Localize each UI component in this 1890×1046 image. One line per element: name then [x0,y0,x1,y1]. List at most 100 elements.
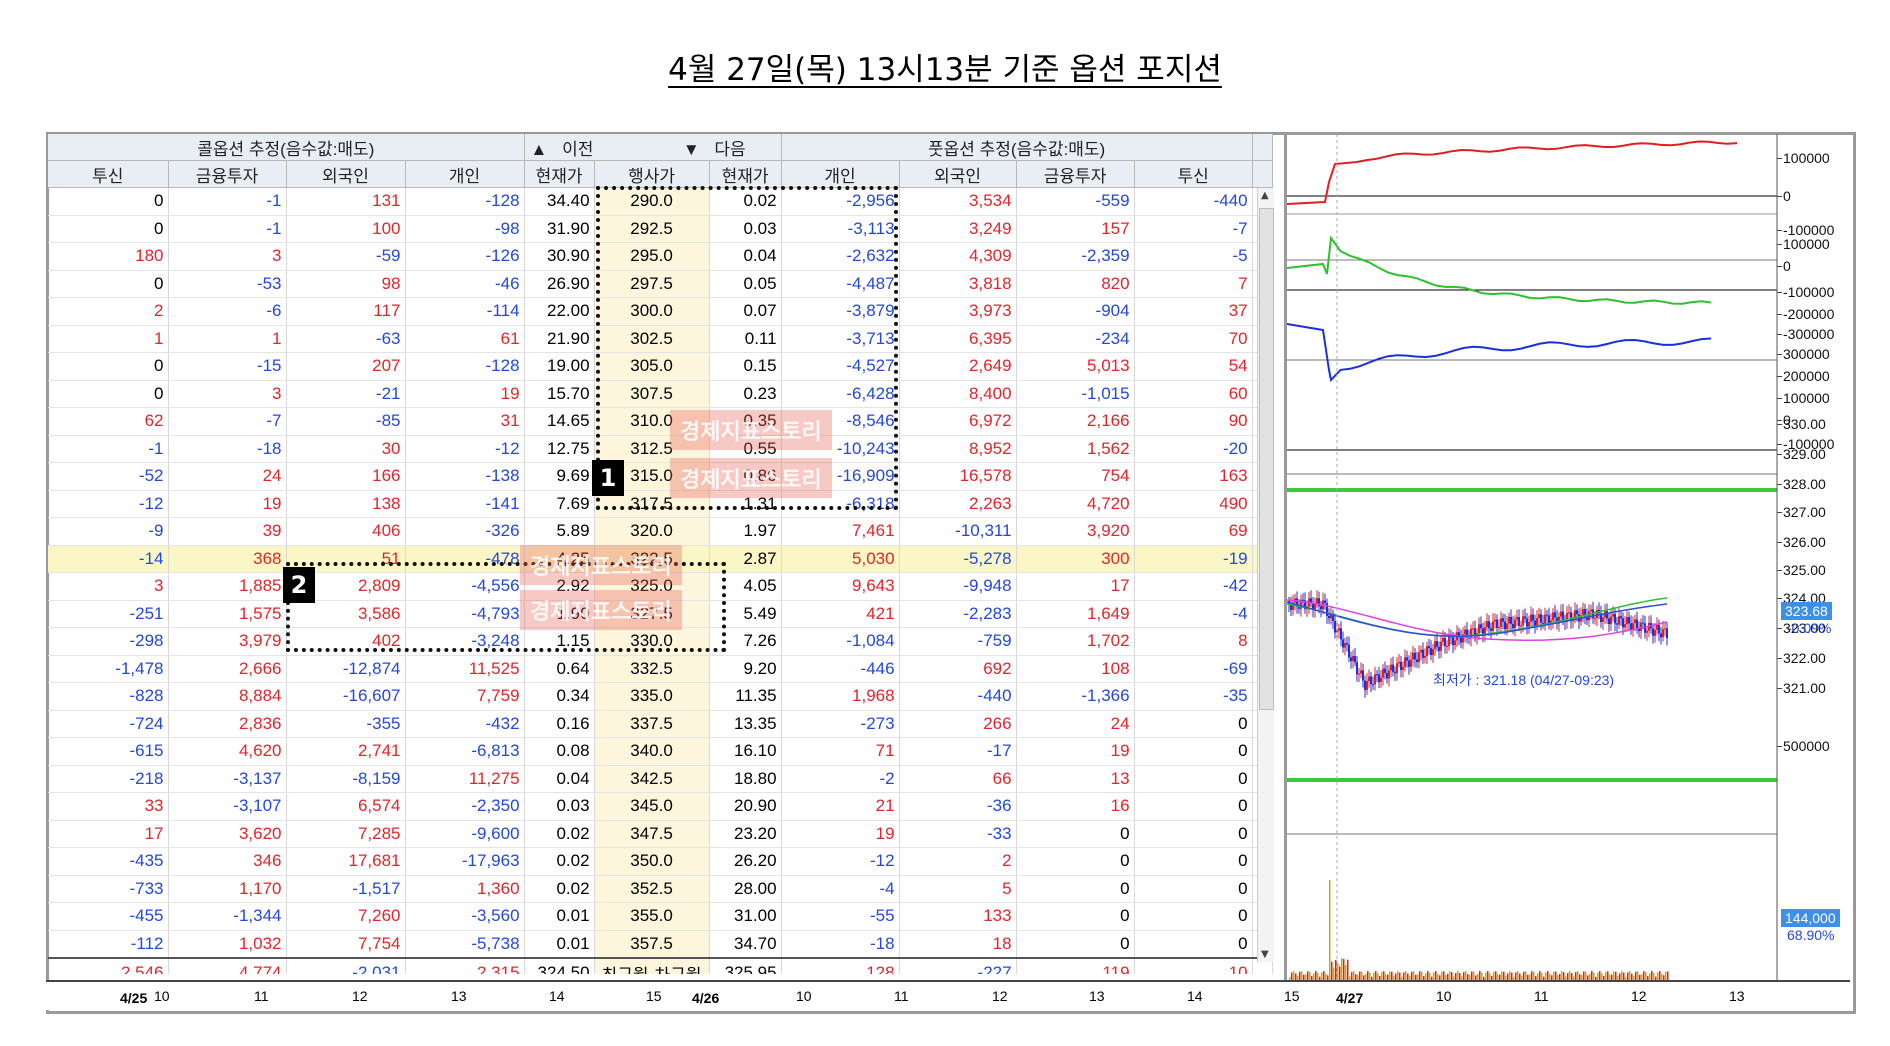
month-toggle[interactable]: 최근월 차근월 [594,958,709,974]
intraday-chart[interactable] [1287,134,1852,980]
next-month-button[interactable]: 차근월 [655,966,702,975]
next-button[interactable]: 다음 [714,140,745,159]
flow-cell: 71 [781,738,899,766]
candle-body [1396,663,1398,673]
volume-bar [1487,971,1489,980]
next-arrow-icon[interactable]: ▼ [683,140,700,159]
flow-cell: -18 [781,930,899,958]
volume-bar [1371,977,1373,980]
table-row[interactable]: -9 39 406 -326 5.89 320.0 1.97 7,461 -10,311 3,92… [48,518,1272,546]
col-header-call-individual[interactable]: 개인 [405,161,524,188]
volume-bar [1615,972,1617,980]
table-row[interactable]: 33 -3,107 6,574 -2,350 0.03 345.0 20.90 21 -36 16… [48,793,1272,821]
flow-cell: 7,754 [286,930,405,958]
table-row[interactable]: -733 1,170 -1,517 1,360 0.02 352.5 28.00 -4 5 0 0 [48,875,1272,903]
page-title: 4월 27일(목) 13시13분 기준 옵션 포지션 [0,44,1890,89]
flow-cell: 0 [1134,848,1252,876]
premium-cell: 34.40 [524,188,594,216]
y-axis-label: 327.00 [1783,504,1826,520]
flow-cell: -759 [899,628,1016,656]
flow-cell: 133 [899,903,1016,931]
table-row[interactable]: 17 3,620 7,285 -9,600 0.02 347.5 23.20 19 -33 0 0 [48,820,1272,848]
y-axis-label: 100000 [1783,236,1830,252]
candle-body [1298,607,1300,609]
strike-cell: 350.0 [594,848,709,876]
candle-body [1590,609,1592,611]
col-header-call-price[interactable]: 현재가 [524,161,594,188]
table-row[interactable]: -112 1,032 7,754 -5,738 0.01 357.5 34.70 -18 18 0… [48,930,1272,958]
flow-cell: -16,607 [286,683,405,711]
table-row[interactable]: -724 2,836 -355 -432 0.16 337.5 13.35 -273 266 24… [48,710,1272,738]
strike-cell: 345.0 [594,793,709,821]
volume-bar [1571,973,1573,980]
volume-bar [1347,960,1349,980]
candle-body [1412,653,1414,660]
volume-bar [1469,975,1471,980]
scroll-up-icon[interactable]: ▲ [1261,190,1269,201]
candle-body [1418,652,1420,662]
flow-cell: 3,979 [168,628,286,656]
flow-cell: -42 [1134,573,1252,601]
table-row[interactable]: -455 -1,344 7,260 -3,560 0.01 355.0 31.00 -55 13… [48,903,1272,931]
flow-cell: 1 [168,325,286,353]
chart-panel[interactable]: 100000 0 -100000 100000 0 -100000 -200000 -3000… [1284,134,1852,980]
flow-cell: 0 [48,353,168,381]
prev-arrow-icon[interactable]: ▲ [531,140,548,159]
volume-bar [1481,972,1483,980]
volume-bar [1345,965,1347,980]
col-header-put-price[interactable]: 현재가 [709,161,781,188]
current-price-badge: 323.68 [1781,602,1832,620]
col-header-call-fininv[interactable]: 금융투자 [168,161,286,188]
flow-cell: 1,170 [168,875,286,903]
table-row[interactable]: -218 -3,137 -8,159 11,275 0.04 342.5 18.80 -2 66… [48,765,1272,793]
table-scrollbar[interactable]: ▲ ▼ [1257,188,1274,962]
candle-body [1636,619,1638,628]
scroll-thumb[interactable] [1259,208,1274,710]
table-row[interactable]: -615 4,620 2,741 -6,813 0.08 340.0 16.10 71 -17 1… [48,738,1272,766]
flow-cell: -4 [1134,600,1252,628]
candle-body [1426,646,1428,656]
table-row[interactable]: -828 8,884 -16,607 7,759 0.34 335.0 11.35 1,968… [48,683,1272,711]
col-header-call-trust[interactable]: 투신 [48,161,168,188]
flow-cell: 17 [48,820,168,848]
volume-bar [1369,972,1371,980]
flow-cell: 62 [48,408,168,436]
flow-cell: -440 [1134,188,1252,216]
col-header-call-foreign[interactable]: 외국인 [286,161,405,188]
flow-cell: 3,973 [899,298,1016,326]
candle-body [1488,621,1490,628]
volume-bar [1629,971,1631,980]
candle-body [1512,624,1514,628]
col-header-put-fininv[interactable]: 금융투자 [1016,161,1134,188]
col-header-put-individual[interactable]: 개인 [781,161,899,188]
flow-cell: -559 [1016,188,1134,216]
flow-cell: 0 [1016,875,1134,903]
volume-bar [1329,880,1331,980]
prev-button[interactable]: 이전 [562,140,593,159]
candle-body [1614,614,1616,623]
flow-cell: -904 [1016,298,1134,326]
y-axis-label: 321.00 [1783,680,1826,696]
candle-body [1464,630,1466,635]
table-row[interactable]: -435 346 17,681 -17,963 0.02 350.0 26.20 -12 2 0 0 [48,848,1272,876]
volume-bar [1643,971,1645,980]
col-header-strike[interactable]: 행사가 [594,161,709,188]
col-header-put-trust[interactable]: 투신 [1134,161,1252,188]
volume-bar [1559,974,1561,980]
table-row[interactable]: -1,478 2,666 -12,874 11,525 0.64 332.5 9.20 -44… [48,655,1272,683]
scroll-down-icon[interactable]: ▼ [1261,949,1269,960]
premium-cell: 26.90 [524,270,594,298]
candle-body [1424,656,1426,658]
front-month-button[interactable]: 최근월 [602,966,649,975]
strike-cell: 337.5 [594,710,709,738]
candle-body [1338,628,1340,630]
volume-bar [1609,974,1611,980]
candle-body [1410,660,1412,667]
col-header-put-foreign[interactable]: 외국인 [899,161,1016,188]
volume-bar [1591,971,1593,980]
volume-bar [1613,971,1615,980]
flow-cell: 66 [899,765,1016,793]
flow-cell: -85 [286,408,405,436]
flow-cell: 17 [1016,573,1134,601]
strike-navigator[interactable]: ▲ 이전 ▼ 다음 [524,134,781,161]
